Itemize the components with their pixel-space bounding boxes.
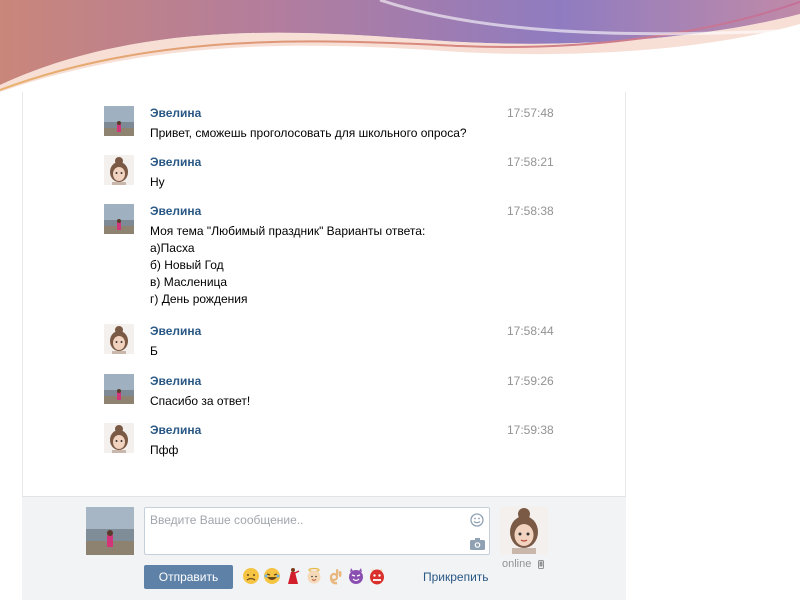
beach-photo-avatar[interactable] xyxy=(104,204,134,234)
author-name[interactable]: Эвелина xyxy=(150,155,201,169)
message-text: Спасибо за ответ! xyxy=(150,393,250,410)
message-item: Эвелина 17:58:21 Ну xyxy=(23,155,627,191)
author-name[interactable]: Эвелина xyxy=(150,204,201,218)
message-line: а)Пасха xyxy=(150,241,195,255)
message-line: б) Новый Год xyxy=(150,258,224,272)
attach-link[interactable]: Прикрепить xyxy=(423,570,489,584)
message-line: Привет, сможешь проголосовать для школьн… xyxy=(150,126,467,140)
message-time[interactable]: 17:59:26 xyxy=(507,374,554,388)
author-name[interactable]: Эвелина xyxy=(150,374,201,388)
beach-photo-avatar[interactable] xyxy=(104,374,134,404)
smile-icon[interactable] xyxy=(470,513,484,527)
dancer-emoji[interactable] xyxy=(284,567,302,585)
cartoon-girl-avatar[interactable] xyxy=(104,324,134,354)
author-name[interactable]: Эвелина xyxy=(150,324,201,338)
mobile-phone-icon xyxy=(538,560,544,569)
message-text: Б xyxy=(150,343,158,360)
ok-hand-emoji[interactable] xyxy=(326,567,344,585)
message-input-placeholder: Введите Ваше сообщение.. xyxy=(150,513,304,527)
purple-devil-emoji[interactable] xyxy=(347,567,365,585)
message-line: Пфф xyxy=(150,443,179,457)
message-item: Эвелина 17:58:44 Б xyxy=(23,324,627,360)
message-history: Эвелина 17:57:48 Привет, сможешь проголо… xyxy=(22,92,626,496)
message-time[interactable]: 17:58:38 xyxy=(507,204,554,218)
message-time[interactable]: 17:58:44 xyxy=(507,324,554,338)
beach-photo-avatar[interactable] xyxy=(104,106,134,136)
message-line: Ну xyxy=(150,175,165,189)
laughing-tears-emoji[interactable] xyxy=(263,567,281,585)
camera-icon[interactable] xyxy=(470,538,485,550)
header-wave-decoration xyxy=(0,0,800,92)
message-text: Пфф xyxy=(150,442,178,459)
cartoon-girl-avatar[interactable] xyxy=(104,155,134,185)
message-line: Спасибо за ответ! xyxy=(150,394,251,408)
cartoon-girl-avatar[interactable] xyxy=(500,506,548,554)
message-line: Б xyxy=(150,344,158,358)
angel-face-emoji[interactable] xyxy=(305,567,323,585)
message-line: в) Масленица xyxy=(150,275,228,289)
disappointed-face-emoji[interactable] xyxy=(242,567,260,585)
message-text: Ну xyxy=(150,174,165,191)
online-status: online xyxy=(502,558,532,570)
message-input[interactable]: Введите Ваше сообщение.. xyxy=(144,507,490,555)
message-item: Эвелина 17:59:26 Спасибо за ответ! xyxy=(23,374,627,410)
beach-photo-avatar[interactable] xyxy=(86,507,134,555)
message-item: Эвелина 17:58:38 Моя тема "Любимый празд… xyxy=(23,204,627,306)
message-time[interactable]: 17:59:38 xyxy=(507,423,554,437)
red-ogre-emoji[interactable] xyxy=(368,567,386,585)
message-text: Моя тема "Любимый праздник" Варианты отв… xyxy=(150,223,425,308)
message-time[interactable]: 17:58:21 xyxy=(507,155,554,169)
cartoon-girl-avatar[interactable] xyxy=(104,423,134,453)
message-line: Моя тема "Любимый праздник" Варианты отв… xyxy=(150,224,426,238)
message-text: Привет, сможешь проголосовать для школьн… xyxy=(150,125,467,142)
author-name[interactable]: Эвелина xyxy=(150,423,201,437)
message-time[interactable]: 17:57:48 xyxy=(507,106,554,120)
message-line: г) День рождения xyxy=(150,292,248,306)
message-item: Эвелина 17:59:38 Пфф xyxy=(23,423,627,459)
message-item: Эвелина 17:57:48 Привет, сможешь проголо… xyxy=(23,106,627,142)
author-name[interactable]: Эвелина xyxy=(150,106,201,120)
send-button[interactable]: Отправить xyxy=(144,565,233,589)
